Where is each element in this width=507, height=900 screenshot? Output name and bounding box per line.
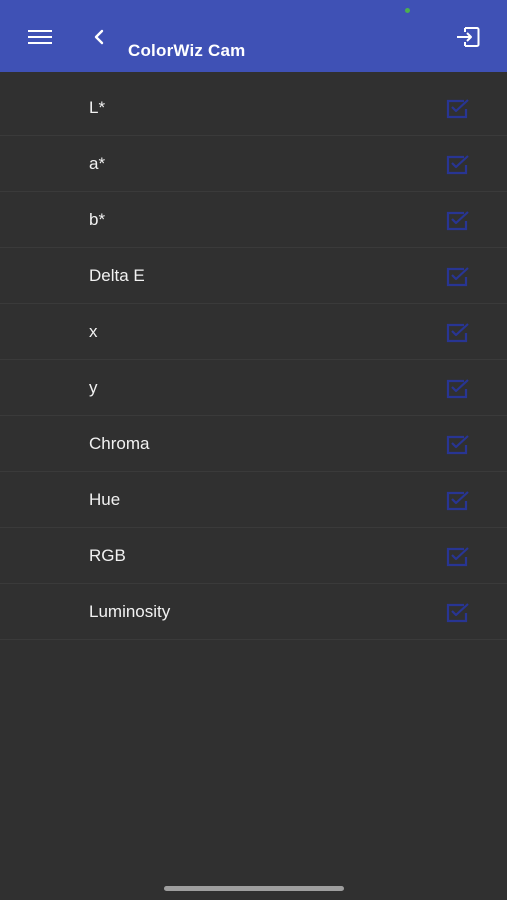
- hamburger-menu-icon: [28, 30, 52, 44]
- checkbox-checked-icon: [446, 491, 469, 511]
- checkbox-checked-icon: [446, 603, 469, 623]
- menu-button[interactable]: [22, 22, 58, 52]
- option-checkbox[interactable]: [445, 152, 471, 178]
- checkbox-checked-icon: [446, 379, 469, 399]
- checkbox-checked-icon: [446, 155, 469, 175]
- measurement-options-list: L* a* b* Delta E x y Chroma Hue RGB Lumi…: [0, 80, 507, 640]
- option-row[interactable]: a*: [0, 136, 507, 192]
- option-row[interactable]: x: [0, 304, 507, 360]
- checkbox-checked-icon: [446, 99, 469, 119]
- option-label: y: [89, 378, 98, 397]
- option-label: b*: [89, 210, 106, 229]
- logout-button[interactable]: [452, 22, 484, 52]
- option-checkbox[interactable]: [445, 96, 471, 122]
- logout-icon: [457, 27, 480, 47]
- option-label: Luminosity: [89, 602, 171, 621]
- option-checkbox[interactable]: [445, 432, 471, 458]
- checkbox-checked-icon: [446, 267, 469, 287]
- option-row[interactable]: L*: [0, 80, 507, 136]
- chevron-left-icon: [94, 29, 104, 45]
- option-checkbox[interactable]: [445, 544, 471, 570]
- option-label: x: [89, 322, 98, 341]
- app-screen: ColorWiz Cam L* a* b* Delta E x y Chroma…: [0, 0, 507, 900]
- option-checkbox[interactable]: [445, 320, 471, 346]
- option-label: RGB: [89, 546, 126, 565]
- option-checkbox[interactable]: [445, 488, 471, 514]
- option-label: a*: [89, 154, 106, 173]
- option-row[interactable]: y: [0, 360, 507, 416]
- option-label: L*: [89, 98, 106, 117]
- option-row[interactable]: Delta E: [0, 248, 507, 304]
- option-checkbox[interactable]: [445, 208, 471, 234]
- option-row[interactable]: Luminosity: [0, 584, 507, 640]
- option-row[interactable]: RGB: [0, 528, 507, 584]
- option-label: Delta E: [89, 266, 145, 285]
- gesture-navigation-bar[interactable]: [164, 886, 344, 891]
- option-label: Chroma: [89, 434, 150, 453]
- checkbox-checked-icon: [446, 547, 469, 567]
- option-row[interactable]: b*: [0, 192, 507, 248]
- option-label: Hue: [89, 490, 121, 509]
- option-row[interactable]: Chroma: [0, 416, 507, 472]
- option-checkbox[interactable]: [445, 376, 471, 402]
- checkbox-checked-icon: [446, 323, 469, 343]
- option-checkbox[interactable]: [445, 600, 471, 626]
- checkbox-checked-icon: [446, 211, 469, 231]
- option-row[interactable]: Hue: [0, 472, 507, 528]
- back-button[interactable]: [86, 22, 112, 52]
- app-bar: ColorWiz Cam: [0, 0, 507, 72]
- checkbox-checked-icon: [446, 435, 469, 455]
- status-indicator-dot: [405, 8, 410, 13]
- page-title: ColorWiz Cam: [128, 41, 246, 60]
- option-checkbox[interactable]: [445, 264, 471, 290]
